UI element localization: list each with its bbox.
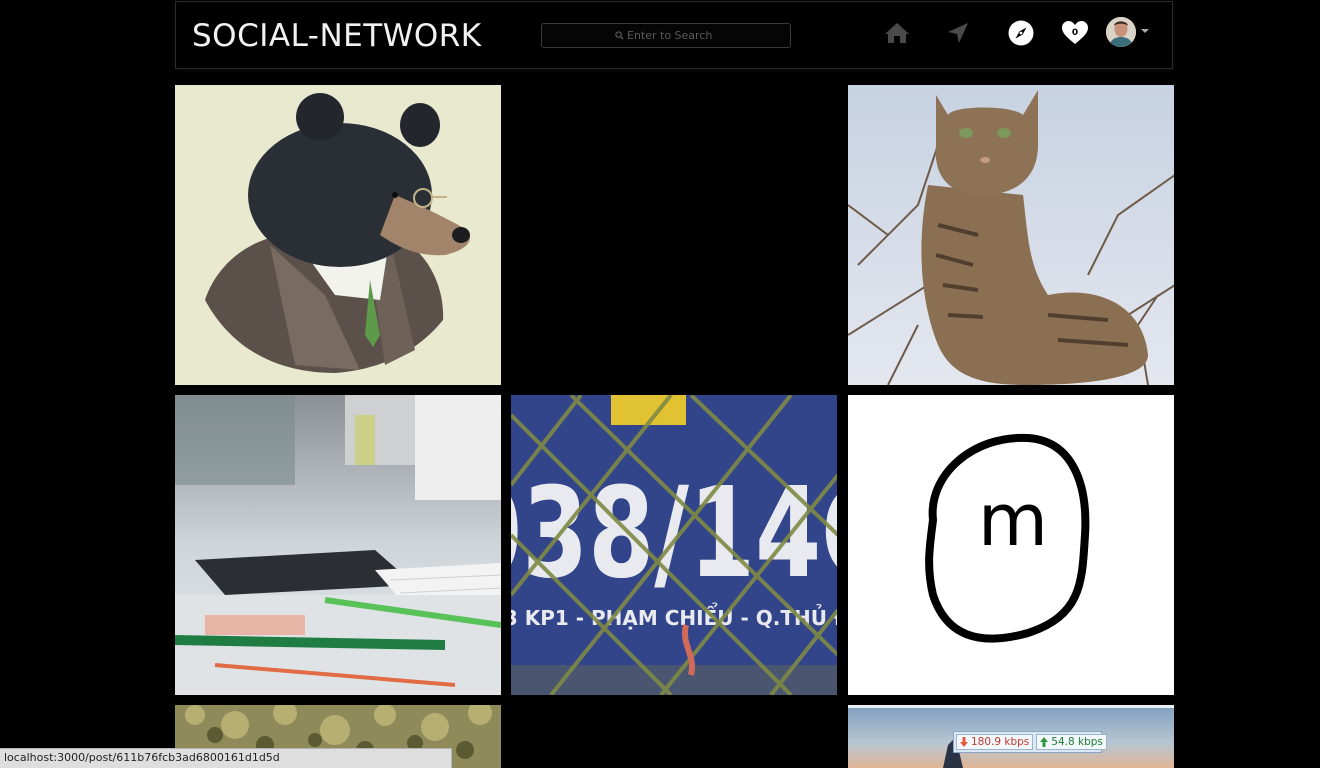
paper-plane-icon[interactable] [944,19,972,47]
avatar[interactable] [1106,17,1136,47]
post-thumbnail-drawing[interactable]: m [848,395,1174,695]
bear-illustration [175,85,501,385]
heart-icon[interactable]: 0 [1061,19,1089,47]
browser-status-bar: localhost:3000/post/611b76fcb3ad6800161d… [0,748,452,768]
download-speed: 180.9 kbps [956,734,1034,750]
upload-speed: 54.8 kbps [1036,734,1107,750]
arrow-up-icon [1040,737,1049,747]
app-logo[interactable]: SOCIAL-NETWORK [192,18,482,54]
home-icon[interactable] [883,19,911,47]
post-thumbnail-address-plate[interactable]: 038/14C Ộ 43 KP1 - PHẠM CHIỂU - Q.THỦ ĐỨ… [511,395,837,695]
top-navbar: SOCIAL-NETWORK 0 [175,1,1173,69]
upload-speed-value: 54.8 kbps [1051,736,1103,748]
compass-icon[interactable] [1007,19,1035,47]
network-monitor-widget[interactable]: 180.9 kbps 54.8 kbps [953,731,1107,753]
download-speed-value: 180.9 kbps [971,736,1030,748]
drawing-letter: m [978,478,1048,562]
arrow-down-icon [960,737,968,747]
post-thumbnail-desk[interactable] [175,395,501,695]
search-input[interactable] [627,29,717,42]
post-thumbnail-cat[interactable] [848,85,1174,385]
search-icon [615,31,624,40]
chevron-down-icon[interactable] [1141,29,1149,33]
post-thumbnail-empty[interactable] [511,85,837,385]
desk-photo [175,395,501,695]
post-thumbnail-bear[interactable] [175,85,501,385]
search-box[interactable] [541,23,791,48]
cat-photo [848,85,1174,385]
address-plate-photo: 038/14C Ộ 43 KP1 - PHẠM CHIỂU - Q.THỦ ĐỨ… [511,395,837,695]
activity-count: 0 [1071,28,1079,38]
post-thumbnail-empty-2[interactable] [511,705,837,768]
hand-drawing: m [848,395,1174,695]
